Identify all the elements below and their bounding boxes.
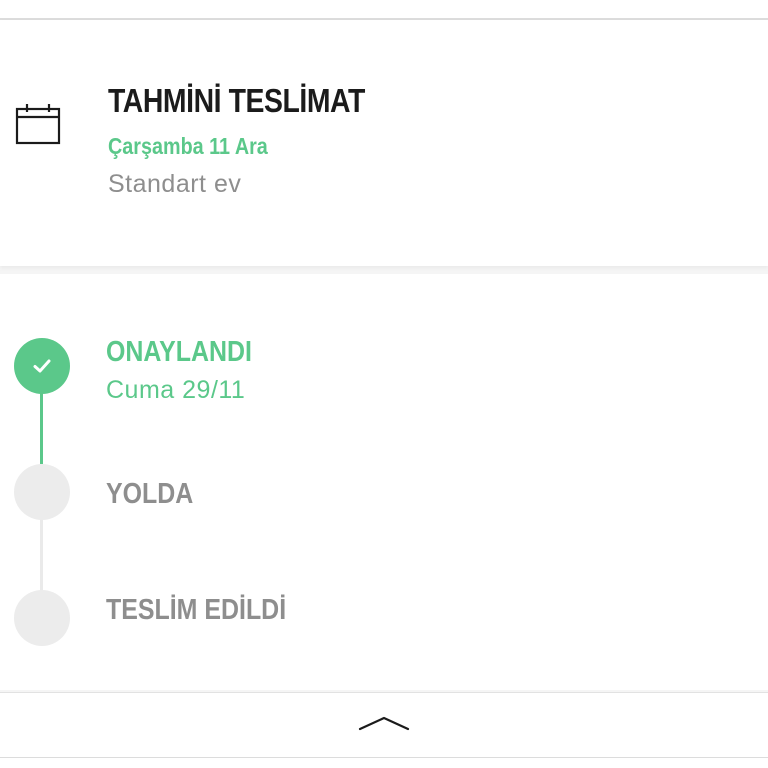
timeline-connector-pending <box>40 518 43 592</box>
step-in-transit-label: YOLDA <box>106 478 194 510</box>
calendar-icon <box>15 104 61 145</box>
delivery-date: Çarşamba 11 Ara <box>108 133 268 159</box>
step-confirmed-label: ONAYLANDI <box>106 336 252 368</box>
delivery-title: TAHMİNİ TESLİMAT <box>108 82 365 119</box>
check-icon <box>33 359 51 373</box>
top-divider <box>0 0 768 20</box>
chevron-up-icon[interactable] <box>358 713 410 733</box>
step-delivered-indicator <box>14 590 70 646</box>
bottom-edge <box>0 758 768 768</box>
expand-toggle-bar[interactable] <box>0 692 768 759</box>
step-in-transit-indicator <box>14 464 70 520</box>
step-confirmed-indicator <box>14 338 70 394</box>
delivery-type: Standart ev <box>108 170 242 198</box>
step-confirmed-date: Cuma 29/11 <box>106 376 246 404</box>
timeline-connector-done <box>40 392 43 464</box>
step-delivered-label: TESLİM EDİLDİ <box>106 594 287 626</box>
